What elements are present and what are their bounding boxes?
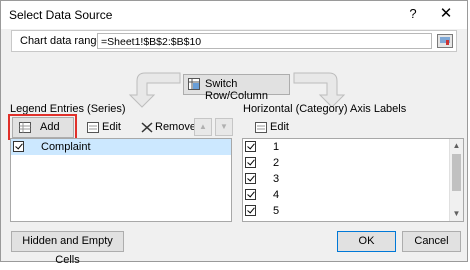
help-button[interactable]: ? [405,6,421,22]
scroll-down-button[interactable]: ▼ [450,207,463,221]
list-item[interactable]: 4 [243,187,463,203]
chart-data-range-input[interactable]: =Sheet1!$B$2:$B$10 [97,33,432,49]
axis-item-label: 1 [273,141,280,153]
legend-series-list[interactable]: Complaint [10,138,232,222]
axis-item-label: 5 [273,205,280,217]
select-data-source-dialog: Select Data Source ? ✕ Chart data range:… [0,0,468,266]
scroll-thumb[interactable] [452,154,461,191]
axis-labels-list[interactable]: 1 2 3 4 5 ▲ ▼ [242,138,464,222]
remove-label: Remove [155,121,196,133]
list-item[interactable]: Complaint [11,139,231,155]
switch-row-column-label: Switch Row/Column [205,78,268,102]
edit-icon [87,122,99,133]
axis-item-label: 2 [273,157,280,169]
switch-row-column-button[interactable]: Switch Row/Column [183,74,290,102]
list-item[interactable]: 3 [243,171,463,187]
edit-icon [255,122,267,133]
axis-checkbox[interactable] [245,205,256,216]
axis-checkbox[interactable] [245,173,256,184]
left-arrow-icon [128,72,181,108]
edit-axis-labels-button[interactable]: Edit [248,117,298,138]
cancel-button[interactable]: Cancel [402,231,461,252]
list-item[interactable]: 5 [243,203,463,219]
remove-icon [141,122,153,133]
move-up-button[interactable]: ▲ [194,118,212,136]
axis-item-label: 4 [273,189,280,201]
add-series-button[interactable]: Add [12,117,74,138]
close-button[interactable]: ✕ [437,4,455,22]
title-bar: Select Data Source ? ✕ [1,1,467,29]
axis-list-scrollbar[interactable]: ▲ ▼ [449,139,463,221]
add-label: Add [40,121,60,133]
ok-button[interactable]: OK [337,231,396,252]
axis-edit-label: Edit [270,121,289,133]
list-item[interactable]: 2 [243,155,463,171]
series-label: Complaint [41,141,91,153]
dialog-title: Select Data Source [9,8,113,22]
add-icon [19,122,31,133]
move-down-button[interactable]: ▼ [215,118,233,136]
edit-series-button[interactable]: Edit [80,117,130,138]
hidden-empty-cells-button[interactable]: Hidden and Empty Cells [11,231,124,266]
axis-labels-label: Horizontal (Category) Axis Labels [243,103,407,115]
scroll-up-button[interactable]: ▲ [450,139,463,153]
chart-data-range-row: Chart data range: =Sheet1!$B$2:$B$10 [11,30,457,52]
remove-series-button[interactable]: Remove [134,117,196,138]
switch-icon [188,78,200,90]
series-checkbox[interactable] [13,141,24,152]
axis-item-label: 3 [273,173,280,185]
axis-checkbox[interactable] [245,141,256,152]
axis-checkbox[interactable] [245,189,256,200]
axis-checkbox[interactable] [245,157,256,168]
chart-data-range-label: Chart data range: [20,35,106,47]
list-item[interactable]: 1 [243,139,463,155]
edit-label: Edit [102,121,121,133]
collapse-dialog-icon[interactable] [437,34,453,48]
